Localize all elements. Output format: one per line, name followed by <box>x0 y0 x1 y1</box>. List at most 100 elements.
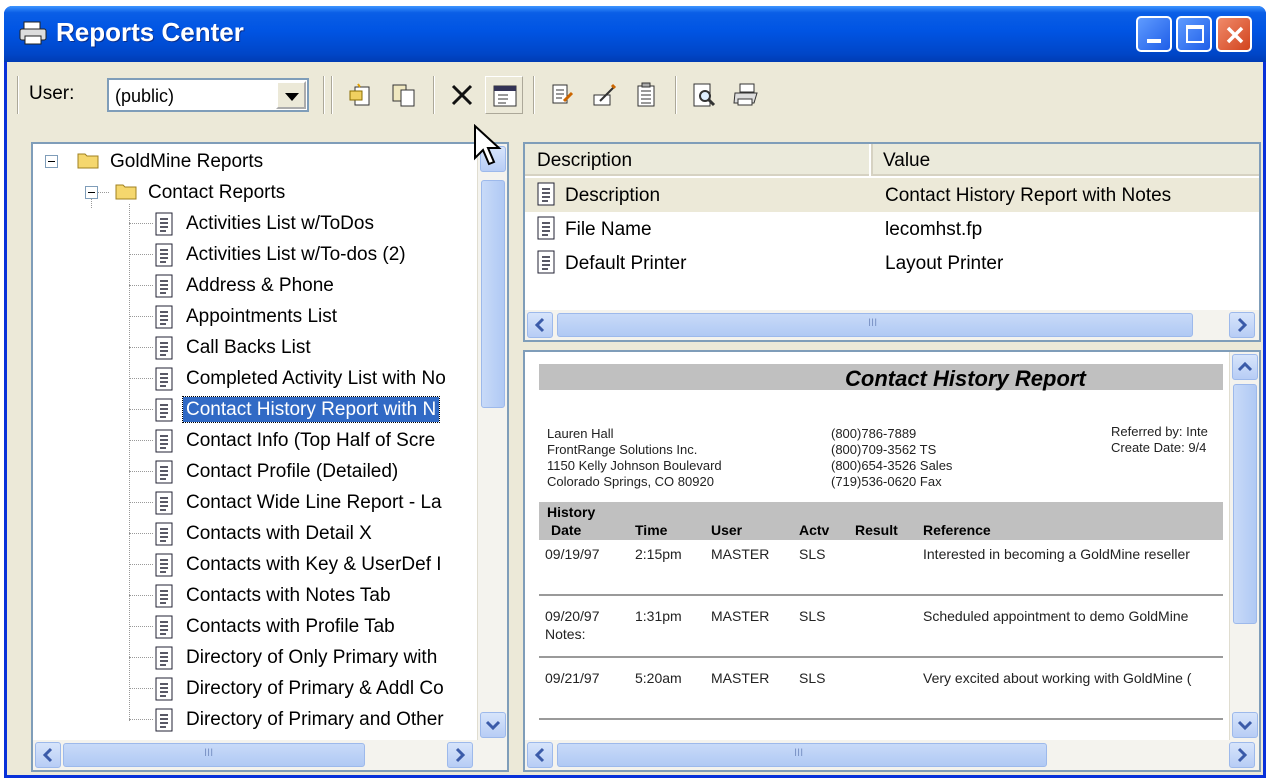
tree-horizontal-scrollbar[interactable]: III <box>33 740 507 770</box>
title-bar[interactable]: Reports Center <box>4 6 1266 62</box>
tree-item[interactable]: Directory of Primary & Addl Co <box>33 673 473 704</box>
scroll-right-button[interactable] <box>1229 742 1255 768</box>
tree-item[interactable]: Address & Phone <box>33 270 473 301</box>
chevron-up-icon <box>1237 361 1253 372</box>
preview-horizontal-scrollbar[interactable]: III <box>525 740 1259 770</box>
report-options-button[interactable] <box>627 76 665 114</box>
property-row[interactable]: Default Printer Layout Printer <box>525 246 1259 280</box>
tree-item-label: Contacts with Profile Tab <box>186 616 395 637</box>
history-actv: SLS <box>799 546 826 562</box>
user-select-value: (public) <box>115 86 175 106</box>
scroll-left-button[interactable] <box>527 742 553 768</box>
tree-item[interactable]: Activities List w/ToDos <box>33 208 473 239</box>
column-header-value[interactable]: Value <box>871 144 1259 176</box>
scroll-thumb[interactable] <box>1233 384 1257 624</box>
tree-folder-contact-reports[interactable]: Contact Reports <box>33 177 473 208</box>
tree-root-goldmine-reports[interactable]: GoldMine Reports <box>33 146 473 177</box>
tree-item[interactable]: Activities List w/To-dos (2) <box>33 239 473 270</box>
tree-connector <box>129 285 153 286</box>
user-select[interactable]: (public) <box>107 78 309 112</box>
minimize-button[interactable] <box>1136 16 1172 52</box>
copy-report-button[interactable] <box>385 76 423 114</box>
tree-item-label: Address & Phone <box>186 275 334 296</box>
column-header-label: Value <box>883 150 931 171</box>
printer-icon <box>733 83 758 106</box>
chevron-right-icon <box>1237 317 1248 333</box>
delete-button[interactable] <box>443 76 481 114</box>
scroll-right-button[interactable] <box>447 742 473 768</box>
history-divider <box>539 718 1223 720</box>
column-header-description[interactable]: Description <box>525 144 869 176</box>
tree-item[interactable]: Contacts with Notes Tab <box>33 580 473 611</box>
tree-item-label: Contact Wide Line Report - La <box>186 492 442 513</box>
tree-item[interactable]: Contacts with Key & UserDef I <box>33 549 473 580</box>
tree-item[interactable]: Directory of Only Primary with <box>33 642 473 673</box>
scroll-thumb[interactable]: III <box>63 743 365 767</box>
create-date: Create Date: 9/4 <box>1111 440 1207 455</box>
properties-button[interactable] <box>485 76 523 114</box>
tree-item-label: Contact History Report with N <box>181 396 441 423</box>
collapse-icon[interactable] <box>85 186 98 199</box>
report-document-icon <box>153 708 175 732</box>
history-reference: Very excited about working with GoldMine… <box>923 670 1192 686</box>
tree-connector <box>129 440 153 441</box>
report-document-icon <box>153 429 175 453</box>
report-tree[interactable]: III GoldMine Reports Contact Reports Activ… <box>31 142 509 772</box>
tree-connector <box>129 719 153 720</box>
report-preview: Contact History Report Lauren Hall FrontR… <box>523 350 1261 772</box>
tree-connector <box>129 533 153 534</box>
history-user: MASTER <box>711 546 770 562</box>
tree-item[interactable]: Completed Activity List with No <box>33 363 473 394</box>
property-row[interactable]: Description Contact History Report with N… <box>525 178 1259 212</box>
layout-report-button[interactable] <box>585 76 623 114</box>
tree-vertical-scrollbar[interactable] <box>477 144 507 742</box>
tree-item[interactable]: Appointments List <box>33 301 473 332</box>
tree-item[interactable]: Contact Wide Line Report - La <box>33 487 473 518</box>
tree-connector <box>129 595 153 596</box>
scroll-up-button[interactable] <box>1232 354 1258 380</box>
properties-horizontal-scrollbar[interactable]: III <box>525 310 1259 340</box>
contact-line: Colorado Springs, CO 80920 <box>547 474 714 489</box>
new-report-button[interactable] <box>341 76 379 114</box>
tree-item-label: Activities List w/To-dos (2) <box>186 244 406 265</box>
scroll-left-button[interactable] <box>35 742 61 768</box>
scroll-thumb[interactable] <box>481 180 505 408</box>
tree-item[interactable]: Contacts with Detail X <box>33 518 473 549</box>
scroll-down-button[interactable] <box>1232 712 1258 738</box>
property-row[interactable]: File Name lecomhst.fp <box>525 212 1259 246</box>
tree-connector <box>129 471 153 472</box>
chevron-down-icon[interactable] <box>276 81 306 109</box>
tree-connector <box>129 254 153 255</box>
history-reference: Scheduled appointment to demo GoldMine <box>923 608 1189 624</box>
mouse-pointer-icon <box>474 124 502 166</box>
chevron-right-icon <box>455 747 466 763</box>
scroll-right-button[interactable] <box>1229 312 1255 338</box>
report-document-icon <box>153 460 175 484</box>
collapse-icon[interactable] <box>45 155 58 168</box>
report-document-icon <box>153 553 175 577</box>
toolbar: User: (public) <box>15 70 1259 120</box>
chevron-down-icon <box>1237 720 1253 731</box>
tree-item[interactable]: Call Backs List <box>33 332 473 363</box>
printer-icon <box>19 21 47 45</box>
history-date: 09/20/97 <box>545 608 600 624</box>
edit-report-button[interactable] <box>543 76 581 114</box>
tree-item-selected[interactable]: Contact History Report with N <box>33 394 473 425</box>
scroll-thumb[interactable]: III <box>557 743 1047 767</box>
properties-list[interactable]: Description Value Description Contact His… <box>523 142 1261 342</box>
report-document-icon <box>153 243 175 267</box>
maximize-button[interactable] <box>1176 16 1212 52</box>
tree-connector <box>129 626 153 627</box>
folder-icon <box>77 151 99 169</box>
print-preview-button[interactable] <box>685 76 723 114</box>
preview-vertical-scrollbar[interactable] <box>1229 352 1259 742</box>
tree-item[interactable]: Directory of Primary and Other <box>33 704 473 735</box>
close-button[interactable] <box>1216 16 1252 52</box>
tree-item[interactable]: Contacts with Profile Tab <box>33 611 473 642</box>
print-button[interactable] <box>727 76 765 114</box>
scroll-down-button[interactable] <box>480 712 506 738</box>
scroll-thumb[interactable]: III <box>557 313 1193 337</box>
tree-item[interactable]: Contact Info (Top Half of Scre <box>33 425 473 456</box>
scroll-left-button[interactable] <box>527 312 553 338</box>
tree-item[interactable]: Contact Profile (Detailed) <box>33 456 473 487</box>
